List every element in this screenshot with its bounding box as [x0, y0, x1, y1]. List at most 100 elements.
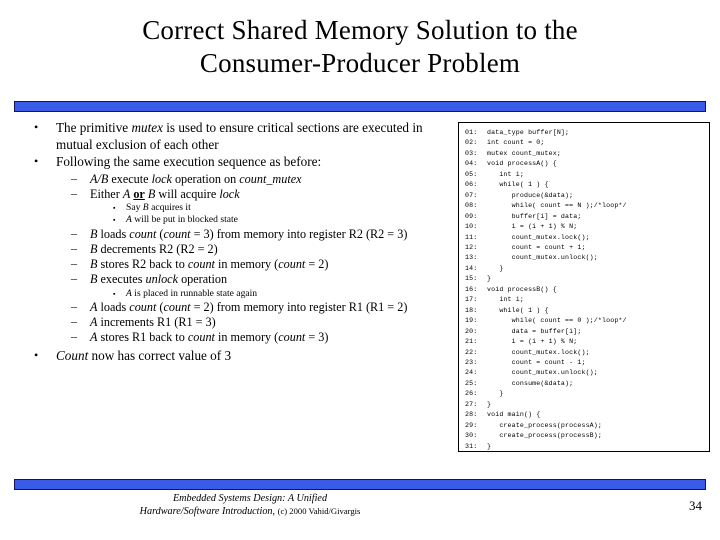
bullet-item: • Count now has correct value of 3 Count… [18, 348, 446, 365]
bullet-text: Following the same execution sequence as… [56, 154, 322, 169]
code-line: 11: count_mutex.lock(); [465, 233, 706, 243]
bullet-marker-dash: – [71, 256, 77, 271]
code-line-text: count_mutex.lock(); [487, 348, 590, 356]
code-line: 24: count_mutex.unlock(); [465, 368, 706, 378]
code-line: 03: mutex count_mutex; [465, 149, 706, 159]
code-line: 02: int count = 0; [465, 138, 706, 148]
code-line: 16: void processB() { [465, 285, 706, 295]
footer-divider-bar [14, 479, 706, 490]
code-line-number: 24: [465, 369, 478, 377]
sub-bullet-text: A stores R1 back to count in memory (cou… [90, 330, 329, 345]
code-line-number: 14: [465, 264, 478, 272]
sub-bullet-item: – B loads count (count = 3) from memory … [18, 226, 446, 242]
code-line-text: i = (i + 1) % N; [487, 223, 578, 231]
code-line: 20: data = buffer[i]; [465, 327, 706, 337]
title-line-1: Correct Shared Memory Solution to the [142, 15, 578, 45]
code-line-number: 28: [465, 411, 478, 419]
code-line: 17: int i; [465, 295, 706, 305]
code-line: 12: count = count + 1; [465, 243, 706, 253]
bullet-marker-disc: • [34, 347, 39, 362]
code-line-text: buffer[i] = data; [487, 212, 582, 220]
code-line: 25: consume(&data); [465, 379, 706, 389]
code-line-number: 19: [465, 317, 478, 325]
code-line: 22: count_mutex.lock(); [465, 348, 706, 358]
code-line: 14: } [465, 264, 706, 274]
sub-sub-bullet-text: A is placed in runnable state again [126, 287, 258, 299]
code-line-text: } [487, 400, 492, 408]
code-line-text: mutex count_mutex; [487, 149, 561, 157]
code-line-number: 27: [465, 400, 478, 408]
sub-bullet-text: A increments R1 (R1 = 3) [90, 315, 216, 330]
bullet-item: • Following the same execution sequence … [18, 154, 446, 171]
code-line: 15:} [465, 274, 706, 284]
code-line: 05: int i; [465, 170, 706, 180]
bullet-marker-disc: • [34, 154, 39, 168]
code-line-text: } [487, 264, 504, 272]
bullet-marker-dash: – [71, 185, 77, 200]
footer-line-1: Embedded Systems Design: A Unified [172, 493, 328, 504]
code-line-text: count_mutex.unlock(); [487, 369, 598, 377]
sub-sub-bullet-item: ▪ A will be put in blocked state A will … [18, 214, 446, 226]
sub-sub-bullet-text: Say B acquires it [126, 201, 191, 213]
code-line-number: 04: [465, 160, 478, 168]
bullet-marker-dash: – [71, 240, 77, 255]
bullet-marker-dash: – [71, 271, 77, 286]
code-line-number: 25: [465, 379, 478, 387]
code-line-text: } [487, 390, 504, 398]
title-divider-bar [14, 101, 706, 112]
code-line-number: 18: [465, 306, 478, 314]
code-line-number: 17: [465, 296, 478, 304]
code-line-number: 31: [465, 442, 478, 450]
code-line: 08: while( count == N );/*loop*/ [465, 201, 706, 211]
code-line: 31:} [465, 442, 706, 451]
code-line-number: 20: [465, 327, 478, 335]
bullet-marker-dash: – [71, 170, 77, 185]
code-line: 04: void processA() { [465, 159, 706, 169]
bullet-text: Count now has correct value of 3 [56, 347, 232, 363]
code-line-text: void processA() { [487, 160, 557, 168]
code-line-number: 09: [465, 212, 478, 220]
sub-bullet-text: A/B execute lock operation on count_mute… [90, 171, 302, 186]
code-line-number: 29: [465, 421, 478, 429]
sub-bullet-text: Either A or B will acquire lock [90, 186, 240, 201]
code-line-text: consume(&data); [487, 379, 574, 387]
bullet-text: The primitive mutex is used to ensure cr… [56, 120, 423, 152]
code-line-number: 05: [465, 170, 478, 178]
code-line-text: void main() { [487, 411, 541, 419]
code-line-number: 07: [465, 191, 478, 199]
code-line-text: } [487, 275, 492, 283]
footer-line-2b: (c) 2000 Vahid/Givargis [277, 506, 361, 516]
bullet-marker-disc: • [34, 120, 39, 134]
code-line-number: 15: [465, 275, 478, 283]
bullet-item: • The primitive mutex is used to ensure … [18, 120, 446, 153]
sub-bullet-item: – B executes unlock operation B executes… [18, 271, 446, 287]
code-line-text: while( 1 ) { [487, 306, 549, 314]
sub-bullet-item: – Either A or B will acquire lock Either… [18, 185, 446, 202]
code-line-text: int i; [487, 170, 524, 178]
code-line: 09: buffer[i] = data; [465, 212, 706, 222]
bullet-marker-dash: – [71, 298, 77, 313]
code-line-number: 02: [465, 139, 478, 147]
code-line: 26: } [465, 389, 706, 399]
code-line-text: int count = 0; [487, 139, 545, 147]
code-line-text: i = (i + 1) % N; [487, 338, 578, 346]
sub-bullet-text: A loads count (count = 2) from memory in… [90, 299, 408, 314]
code-line-text: data_type buffer[N]; [487, 129, 570, 136]
code-line-text: create_process(processB); [487, 432, 602, 440]
code-line: 30: create_process(processB); [465, 431, 706, 441]
code-listing-panel: 01: data_type buffer[N]; 02: int count = 0;… [458, 122, 710, 452]
bullet-marker-square: ▪ [113, 216, 116, 225]
code-line-number: 22: [465, 348, 478, 356]
code-line: 13: count_mutex.unlock(); [465, 253, 706, 263]
code-line-text: void processB() { [487, 285, 557, 293]
code-line-number: 08: [465, 202, 478, 210]
sub-bullet-text: B loads count (count = 3) from memory in… [90, 226, 408, 241]
code-line-text: count = count - 1; [487, 358, 586, 366]
code-line: 10: i = (i + 1) % N; [465, 222, 706, 232]
sub-bullet-item: – A/B execute lock operation on count_mu… [18, 170, 446, 187]
code-line: 23: count = count - 1; [465, 358, 706, 368]
code-line: 18: while( 1 ) { [465, 306, 706, 316]
slide-footer: Embedded Systems Design: A Unified Hardw… [0, 492, 720, 532]
code-line-text: count_mutex.lock(); [487, 233, 590, 241]
code-line-number: 16: [465, 285, 478, 293]
